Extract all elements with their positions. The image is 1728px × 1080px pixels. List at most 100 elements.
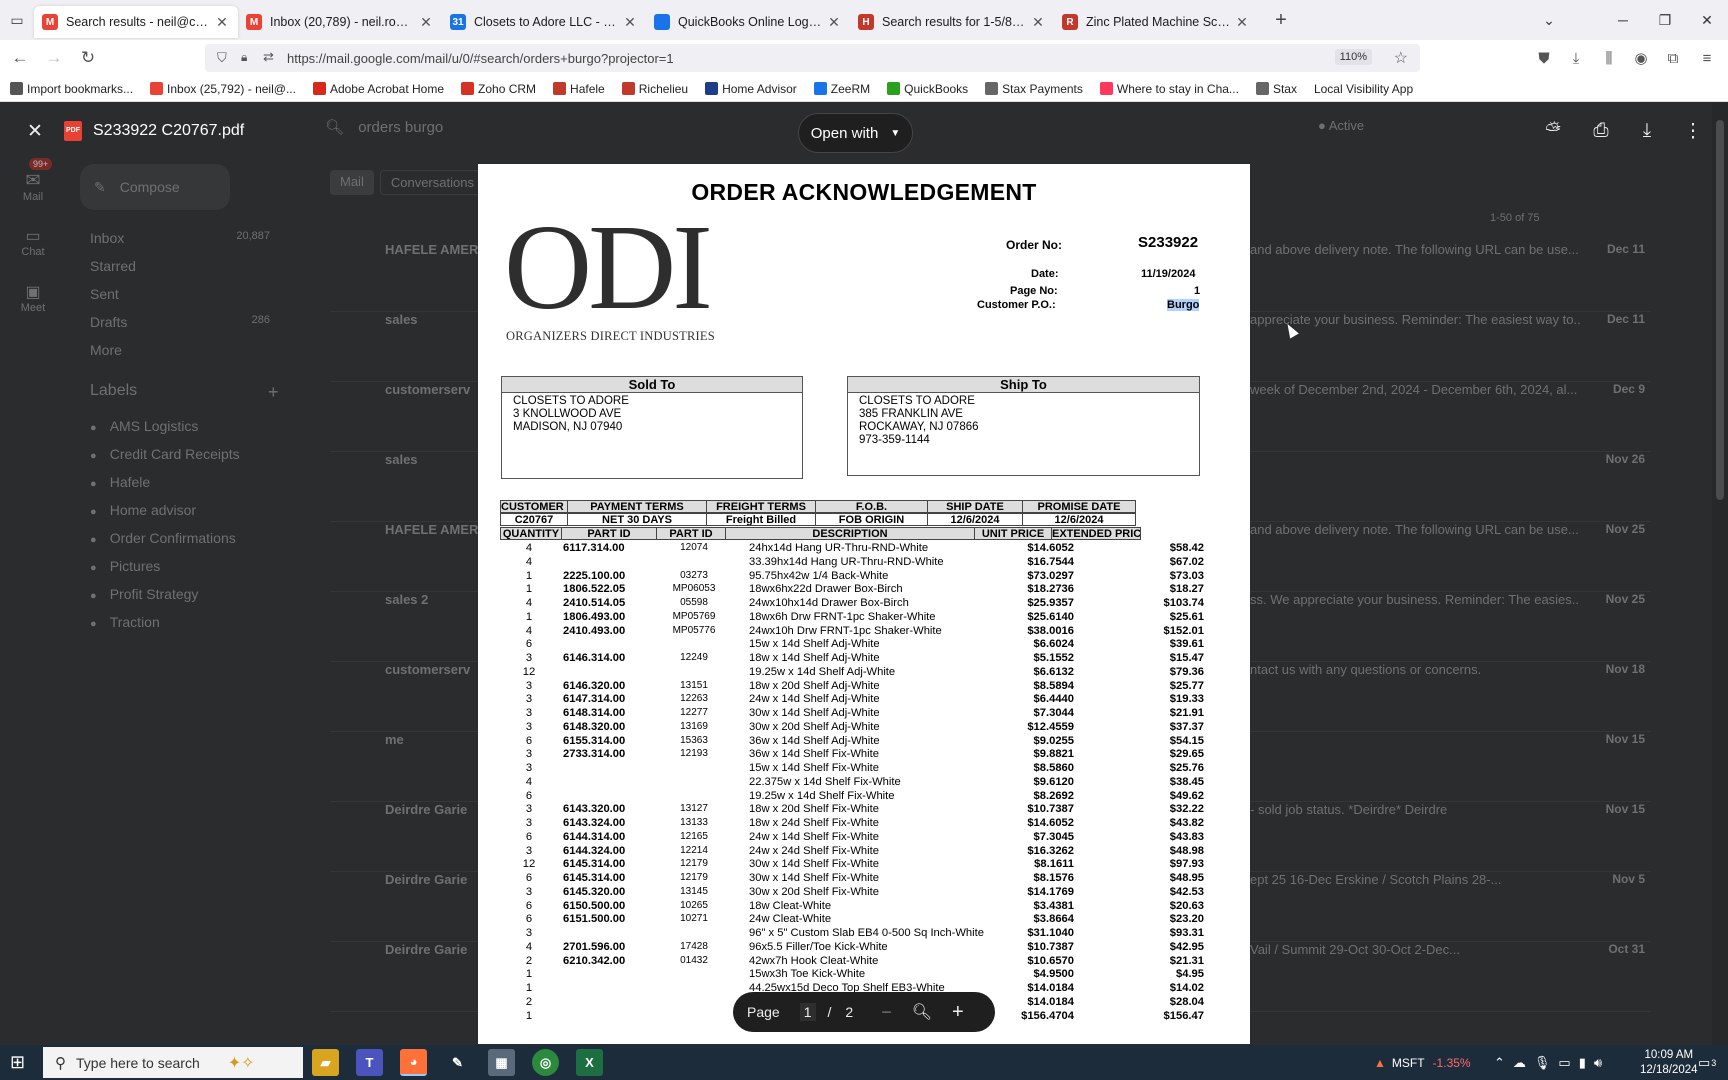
url-text[interactable]: https://mail.google.com/mail/u/0/#search… xyxy=(287,51,674,66)
bookmark-item[interactable]: ZeeRM xyxy=(813,82,870,96)
more-options-icon[interactable]: ⋮ xyxy=(1678,116,1708,146)
bookmark-item[interactable]: Where to stay in Cha... xyxy=(1099,82,1239,96)
bookmark-item[interactable]: Home Advisor xyxy=(705,82,797,96)
close-tab-icon[interactable]: ✕ xyxy=(1234,14,1250,31)
taskbar-search-placeholder: Type here to search xyxy=(76,1054,200,1071)
shield-icon[interactable]: ⛉ xyxy=(217,50,227,66)
clock[interactable]: 10:09 AM 12/18/2024 xyxy=(1640,1045,1698,1080)
minimize-button[interactable]: ─ xyxy=(1602,0,1644,40)
close-tab-icon[interactable]: ✕ xyxy=(214,14,230,31)
folder-item[interactable]: Sent xyxy=(90,286,270,302)
bookmark-item[interactable]: Stax xyxy=(1255,82,1297,96)
lock-icon[interactable]: 🔒︎ xyxy=(241,50,247,65)
bookmark-item[interactable]: Local Visibility App xyxy=(1314,82,1413,96)
bookmark-item[interactable]: Hafele xyxy=(553,82,605,96)
tab-list-icon[interactable]: ▭ xyxy=(0,0,34,40)
zoom-in-icon[interactable]: + xyxy=(952,1001,964,1024)
bookmark-label: QuickBooks xyxy=(904,81,969,96)
zoom-level[interactable]: 110% xyxy=(1334,49,1372,65)
close-tab-icon[interactable]: ✕ xyxy=(418,14,434,31)
file-explorer-icon[interactable]: ▰ xyxy=(312,1049,339,1076)
microphone-icon[interactable]: 🎙︎ xyxy=(1534,1055,1551,1071)
bookmark-star-icon[interactable]: ☆ xyxy=(1394,48,1408,68)
open-with-button[interactable]: Open with ▼ xyxy=(798,113,913,153)
battery-icon[interactable]: ▮ xyxy=(1579,1055,1586,1071)
folder-item[interactable]: Drafts 286 xyxy=(90,314,270,330)
print-icon[interactable]: ⎙ xyxy=(1586,116,1616,146)
pocket-icon[interactable]: ⛊ xyxy=(1529,40,1559,76)
browser-tab[interactable]: M Search results - neil@closetsto... ✕ xyxy=(34,6,238,38)
label-item[interactable]: ● Order Confirmations xyxy=(90,530,236,546)
rail-mail[interactable]: ✉ Mail xyxy=(12,170,54,203)
close-window-button[interactable]: ✕ xyxy=(1686,0,1728,40)
bookmark-item[interactable]: Adobe Acrobat Home xyxy=(312,82,444,96)
scrollbar-thumb[interactable] xyxy=(1716,120,1724,500)
forward-button[interactable]: → xyxy=(40,44,68,72)
folder-item[interactable]: Starred xyxy=(90,258,270,274)
onedrive-icon[interactable]: ☁ xyxy=(1513,1055,1526,1071)
bookmark-item[interactable]: Zoho CRM xyxy=(461,82,536,96)
label-item[interactable]: ● Traction xyxy=(90,614,160,630)
label-item[interactable]: ● AMS Logistics xyxy=(90,418,198,434)
permissions-icon[interactable]: ⇄ xyxy=(263,49,274,65)
browser-tab[interactable]: QuickBooks Online Login: Sign... ✕ xyxy=(646,6,850,38)
current-page-input[interactable]: 1 xyxy=(799,1003,816,1021)
browser-tab[interactable]: 31 Closets to Adore LLC - Calendar... ✕ xyxy=(442,6,646,38)
notifications-button[interactable]: ▭ 3 xyxy=(1698,1045,1716,1080)
back-button[interactable]: ← xyxy=(6,44,34,72)
label-item[interactable]: ● Hafele xyxy=(90,474,150,490)
bookmark-item[interactable]: Import bookmarks... xyxy=(10,82,133,96)
extensions-icon[interactable]: ⧉ xyxy=(1658,40,1688,76)
compose-button[interactable]: ✎ Compose xyxy=(80,164,230,210)
browser-tab[interactable]: R Zinc Plated Machine Screw, Lar... ✕ xyxy=(1054,6,1258,38)
close-tab-icon[interactable]: ✕ xyxy=(1030,14,1046,31)
chrome-icon[interactable]: ◎ xyxy=(532,1049,559,1076)
downloads-icon[interactable]: ⤓ xyxy=(1561,40,1591,76)
magnifier-icon[interactable]: 🔍︎ xyxy=(912,1002,932,1022)
tab-mail[interactable]: Mail xyxy=(330,170,374,195)
bookmark-item[interactable]: Inbox (25,792) - neil@... xyxy=(150,82,296,96)
firefox-icon[interactable]: ◕ xyxy=(400,1049,427,1076)
reload-button[interactable]: ↻ xyxy=(74,44,102,72)
bookmark-item[interactable]: Stax Payments xyxy=(985,82,1083,96)
label-item[interactable]: ● Profit Strategy xyxy=(90,586,198,602)
folder-item[interactable]: More xyxy=(90,342,270,358)
rail-chat[interactable]: ▭ Chat xyxy=(12,226,54,258)
speaker-icon[interactable]: 🔊︎ xyxy=(1594,1055,1602,1071)
add-label-icon[interactable]: + xyxy=(268,382,279,403)
windows-start-icon[interactable]: ⊞ xyxy=(10,1052,25,1073)
address-bar[interactable]: ⛉ 🔒︎ ⇄ https://mail.google.com/mail/u/0/… xyxy=(205,44,1420,72)
browser-tab[interactable]: M Inbox (20,789) - neil.rohrbacker... ✕ xyxy=(238,6,442,38)
folder-item[interactable]: Inbox 20,887 xyxy=(90,230,270,246)
rail-meet[interactable]: ▣ Meet xyxy=(12,282,54,314)
bookmark-item[interactable]: Richelieu xyxy=(621,82,688,96)
browser-tab[interactable]: H Search results for 1-5/8 8-32 - H... ✕ xyxy=(850,6,1054,38)
zoom-out-icon[interactable]: − xyxy=(881,1002,892,1023)
close-tab-icon[interactable]: ✕ xyxy=(622,14,638,31)
show-hidden-icons-icon[interactable]: ⌃ xyxy=(1494,1055,1505,1071)
close-viewer-icon[interactable]: ✕ xyxy=(20,116,50,146)
restore-button[interactable]: ❐ xyxy=(1644,0,1686,40)
label-item[interactable]: ● Home advisor xyxy=(90,502,196,518)
list-all-tabs-icon[interactable]: ⌄ xyxy=(1528,0,1570,40)
customer-po-value[interactable]: Burgo xyxy=(1167,299,1200,311)
account-icon[interactable]: ◉ xyxy=(1626,40,1656,76)
label-item[interactable]: ● Credit Card Receipts xyxy=(90,446,240,462)
page-scrollbar[interactable] xyxy=(1712,102,1728,1045)
display-icon[interactable]: ▭ xyxy=(1558,1055,1570,1071)
library-icon[interactable]: ⫼ xyxy=(1594,40,1624,76)
download-icon[interactable]: ⤓ xyxy=(1632,116,1662,146)
menu-icon[interactable]: ≡ xyxy=(1692,40,1722,76)
pen-tool-icon[interactable]: ✎ xyxy=(444,1049,471,1076)
teams-icon[interactable]: T xyxy=(356,1049,383,1076)
bookmark-item[interactable]: QuickBooks xyxy=(887,82,968,96)
taskbar-search-box[interactable]: ⚲ Type here to search ✦✧ xyxy=(43,1047,303,1078)
new-tab-button[interactable]: + xyxy=(1266,9,1296,32)
calculator-icon[interactable]: ▦ xyxy=(488,1049,515,1076)
excel-icon[interactable]: X xyxy=(576,1049,603,1076)
add-to-drive-icon[interactable]: ⛅︎ xyxy=(1538,116,1568,146)
close-tab-icon[interactable]: ✕ xyxy=(826,14,842,31)
label-item[interactable]: ● Pictures xyxy=(90,558,160,574)
tab-conversations[interactable]: Conversations xyxy=(379,170,485,195)
stock-widget[interactable]: ▲ MSFT -1.35% xyxy=(1374,1045,1471,1080)
